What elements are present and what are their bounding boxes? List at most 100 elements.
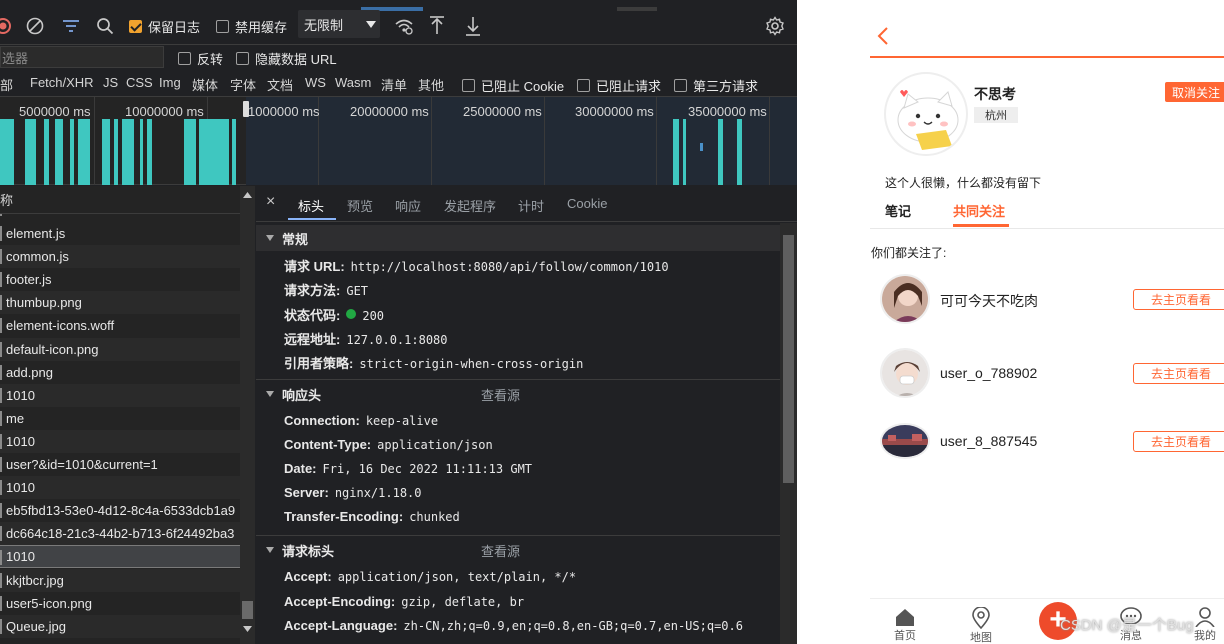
request-row[interactable]: 1010 <box>0 545 240 569</box>
nav-map[interactable]: 地图 <box>970 607 992 644</box>
type-js[interactable]: JS <box>103 75 118 90</box>
blocked-requests-check[interactable] <box>577 79 590 92</box>
throttle-select[interactable]: 无限制 <box>298 10 380 38</box>
header-value[interactable]: keep-alive <box>366 414 438 428</box>
tab-common-follows[interactable]: 共同关注 <box>953 201 1005 220</box>
follow-avatar[interactable] <box>880 348 930 398</box>
request-row[interactable]: common.js <box>0 245 240 269</box>
type-wasm[interactable]: Wasm <box>335 75 371 90</box>
tab-preview[interactable]: 预览 <box>347 196 373 215</box>
header-value[interactable]: nginx/1.18.0 <box>335 486 422 500</box>
header-value[interactable]: 127.0.0.1:8080 <box>346 333 447 347</box>
type-ws[interactable]: WS <box>305 75 326 90</box>
follow-name[interactable]: user_o_788902 <box>940 365 1037 381</box>
request-row[interactable]: add.png <box>0 361 240 384</box>
import-har-button[interactable] <box>428 7 446 45</box>
record-button[interactable] <box>0 7 14 45</box>
type-manifest[interactable]: 清单 <box>381 75 407 94</box>
disable-cache-checkbox[interactable]: 禁用缓存 <box>216 7 287 45</box>
type-css[interactable]: CSS <box>126 75 153 90</box>
blocked-requests-checkbox[interactable]: 已阻止请求 <box>577 76 661 95</box>
request-headers-section-header[interactable]: 请求标头 查看源 <box>256 537 780 563</box>
type-other[interactable]: 其他 <box>418 75 444 94</box>
tab-response[interactable]: 响应 <box>395 196 421 215</box>
tab-headers[interactable]: 标头 <box>298 196 324 215</box>
request-row[interactable]: eb5fbd13-53e0-4d12-8c4a-6533dcb1a9 <box>0 499 240 522</box>
header-value[interactable]: GET <box>346 284 368 298</box>
header-value[interactable]: http://localhost:8080/api/follow/common/… <box>351 260 669 274</box>
preserve-log-check[interactable] <box>129 19 142 33</box>
request-row[interactable]: element.js <box>0 222 240 245</box>
type-fetch-xhr[interactable]: Fetch/XHR <box>30 75 94 90</box>
scrollbar-thumb[interactable] <box>783 235 794 483</box>
third-party-check[interactable] <box>674 79 687 92</box>
request-row[interactable] <box>0 210 240 216</box>
visit-profile-button[interactable]: 去主页看看 <box>1133 431 1224 452</box>
hide-data-urls-checkbox[interactable]: 隐藏数据 URL <box>236 49 337 68</box>
back-arrow-icon[interactable] <box>876 26 890 46</box>
third-party-checkbox[interactable]: 第三方请求 <box>674 76 758 95</box>
search-button[interactable] <box>94 7 116 45</box>
tab-cookies[interactable]: Cookie <box>567 196 607 211</box>
request-row[interactable]: me <box>0 407 240 430</box>
type-doc[interactable]: 文档 <box>267 75 293 94</box>
nav-mine[interactable]: 我的 <box>1194 607 1216 643</box>
follow-avatar[interactable] <box>880 423 930 459</box>
request-row[interactable]: 1010 <box>0 476 240 500</box>
nav-home[interactable]: 首页 <box>894 607 916 643</box>
header-value[interactable]: strict-origin-when-cross-origin <box>359 357 583 371</box>
header-value[interactable]: zh-CN,zh;q=0.9,en;q=0.8,en-GB;q=0.7,en-U… <box>403 619 743 633</box>
header-value[interactable]: application/json, text/plain, */* <box>338 570 576 584</box>
network-conditions-button[interactable] <box>393 7 415 45</box>
visit-profile-button[interactable]: 去主页看看 <box>1133 363 1224 384</box>
export-har-button[interactable] <box>464 7 482 45</box>
unfollow-button[interactable]: 取消关注 <box>1165 82 1224 102</box>
close-icon[interactable]: × <box>266 193 275 211</box>
details-scrollbar[interactable] <box>780 223 797 644</box>
tab-initiator[interactable]: 发起程序 <box>444 196 496 215</box>
scroll-down-icon[interactable] <box>243 626 252 632</box>
settings-button[interactable] <box>764 7 786 45</box>
invert-checkbox[interactable]: 反转 <box>178 49 223 68</box>
follow-avatar[interactable] <box>880 274 930 324</box>
disable-cache-check[interactable] <box>216 19 229 33</box>
header-value[interactable]: gzip, deflate, br <box>401 595 524 609</box>
follow-name[interactable]: user_8_887545 <box>940 433 1037 449</box>
request-row[interactable]: footer.js <box>0 268 240 291</box>
type-media[interactable]: 媒体 <box>192 75 218 94</box>
network-overview-timeline[interactable]: 5000000 ms 10000000 ms 1000000 ms 200000… <box>0 97 797 185</box>
blocked-cookies-checkbox[interactable]: 已阻止 Cookie <box>462 76 564 95</box>
clear-button[interactable] <box>24 7 46 45</box>
request-row[interactable]: user?&id=1010&current=1 <box>0 453 240 476</box>
request-row[interactable]: Queue.jpg <box>0 614 240 638</box>
view-source-link[interactable]: 查看源 <box>481 385 520 404</box>
request-row[interactable]: thumbup.png <box>0 291 240 315</box>
request-row[interactable]: 1010 <box>0 383 240 407</box>
type-font[interactable]: 字体 <box>230 75 256 94</box>
header-value[interactable]: Fri, 16 Dec 2022 11:11:13 GMT <box>323 462 533 476</box>
filter-input[interactable]: 选器 <box>0 46 164 68</box>
type-img[interactable]: Img <box>159 75 181 90</box>
type-all[interactable]: 部 <box>0 75 13 94</box>
header-value[interactable]: chunked <box>409 510 460 524</box>
visit-profile-button[interactable]: 去主页看看 <box>1133 289 1224 310</box>
request-row[interactable]: kkjtbcr.jpg <box>0 568 240 592</box>
response-headers-section-header[interactable]: 响应头 查看源 <box>256 381 780 407</box>
request-row[interactable]: dc664c18-21c3-44b2-b713-6f24492ba3 <box>0 522 240 546</box>
header-value[interactable]: application/json <box>377 438 493 452</box>
request-row[interactable]: 1010 <box>0 429 240 453</box>
filter-toggle-button[interactable] <box>60 7 82 45</box>
hide-data-urls-check[interactable] <box>236 52 249 65</box>
tab-notes[interactable]: 笔记 <box>885 201 911 220</box>
timeline-drag-handle[interactable] <box>243 101 249 117</box>
scroll-up-icon[interactable] <box>243 192 252 198</box>
blocked-cookies-check[interactable] <box>462 79 475 92</box>
request-row[interactable]: default-icon.png <box>0 337 240 361</box>
request-row[interactable]: element-icons.woff <box>0 314 240 337</box>
general-section-header[interactable]: 常规 <box>256 225 780 251</box>
tab-timing[interactable]: 计时 <box>518 196 544 215</box>
invert-check[interactable] <box>178 52 191 65</box>
scrollbar-thumb[interactable] <box>242 601 253 619</box>
request-row[interactable]: user5-icon.png <box>0 592 240 615</box>
view-source-link[interactable]: 查看源 <box>481 541 520 560</box>
